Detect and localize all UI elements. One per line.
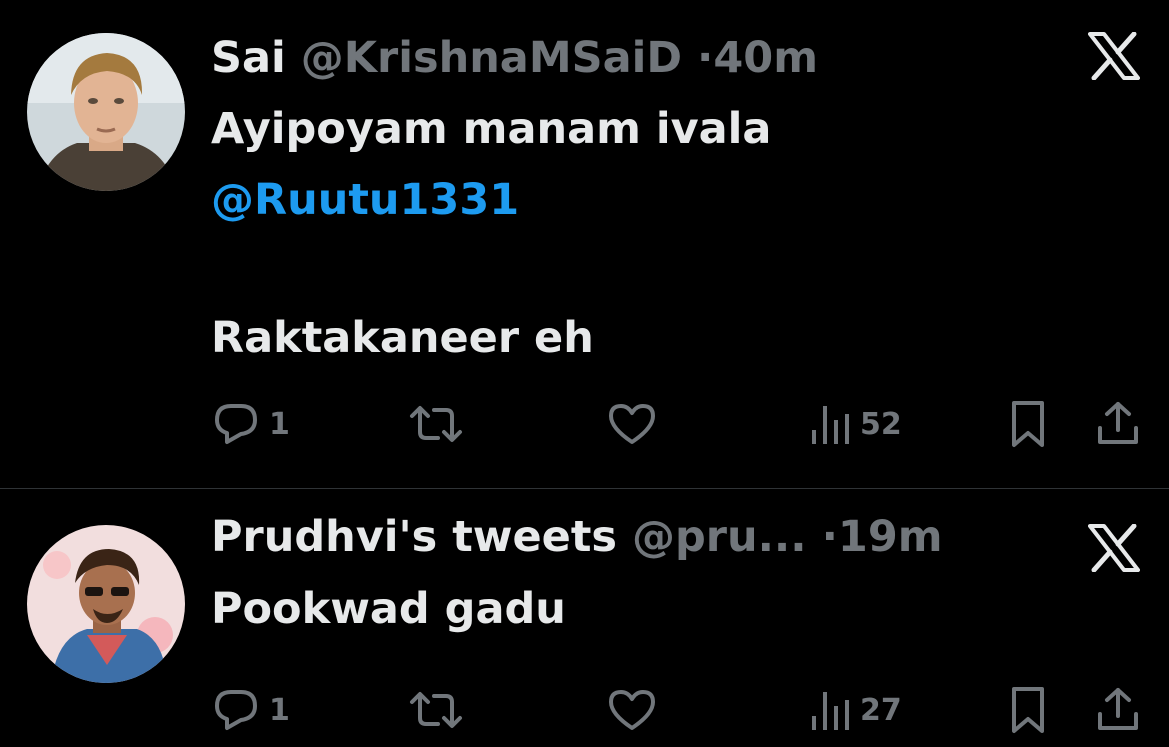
reply-button[interactable]: 1 — [213, 684, 290, 736]
tweet[interactable]: Sai @KrishnaMSaiD ·40m Ayipoyam manam iv… — [0, 0, 1169, 488]
author-handle[interactable]: @KrishnaMSaiD — [301, 33, 682, 83]
views-icon — [812, 692, 849, 730]
reply-count: 1 — [269, 406, 290, 442]
heart-icon — [609, 690, 655, 730]
separator-dot: · — [697, 33, 714, 83]
tweet-text-line: Ayipoyam manam ivala — [211, 104, 772, 154]
retweet-icon — [410, 406, 462, 442]
like-button[interactable] — [607, 398, 657, 450]
reply-icon — [215, 404, 257, 444]
views-button[interactable]: 27 — [810, 684, 902, 736]
author-name[interactable]: Sai — [211, 33, 286, 83]
timestamp[interactable]: 40m — [713, 33, 818, 83]
bookmark-icon — [1012, 687, 1044, 733]
reply-count: 1 — [269, 692, 290, 728]
reply-button[interactable]: 1 — [213, 398, 290, 450]
views-icon — [812, 406, 849, 444]
portrait-avatar-icon — [27, 33, 185, 191]
mention-link[interactable]: @Ruutu1331 — [211, 174, 519, 226]
avatar[interactable] — [27, 33, 185, 191]
bookmark-button[interactable] — [1008, 398, 1048, 450]
share-button[interactable] — [1094, 684, 1142, 736]
views-count: 52 — [860, 406, 902, 442]
tweet-header: Sai @KrishnaMSaiD ·40m — [211, 32, 818, 84]
like-button[interactable] — [607, 684, 657, 736]
share-button[interactable] — [1094, 398, 1142, 450]
portrait-avatar-icon — [27, 525, 185, 683]
author-name[interactable]: Prudhvi's tweets — [211, 512, 617, 562]
tweet-header: Prudhvi's tweets @pru... ·19m — [211, 511, 943, 563]
x-logo-icon — [1088, 524, 1140, 572]
reply-icon — [215, 690, 257, 730]
tweet-text-line: Raktakaneer eh — [211, 313, 594, 363]
x-logo-icon — [1088, 32, 1140, 80]
action-bar: 1 27 — [0, 684, 1169, 736]
tweet[interactable]: Prudhvi's tweets @pru... ·19m Pookwad ga… — [0, 489, 1169, 747]
bookmark-button[interactable] — [1008, 684, 1048, 736]
share-icon — [1098, 402, 1138, 444]
views-count: 27 — [860, 692, 902, 728]
retweet-icon — [410, 692, 462, 728]
share-icon — [1098, 688, 1138, 730]
tweet-text-line: Pookwad gadu — [211, 584, 566, 634]
timestamp[interactable]: 19m — [838, 512, 943, 562]
heart-icon — [609, 404, 655, 444]
views-button[interactable]: 52 — [810, 398, 902, 450]
separator-dot: · — [821, 512, 838, 562]
avatar[interactable] — [27, 525, 185, 683]
action-bar: 1 52 — [0, 398, 1169, 450]
retweet-button[interactable] — [408, 398, 464, 450]
bookmark-icon — [1012, 401, 1044, 447]
author-handle[interactable]: @pru... — [632, 512, 807, 562]
retweet-button[interactable] — [408, 684, 464, 736]
